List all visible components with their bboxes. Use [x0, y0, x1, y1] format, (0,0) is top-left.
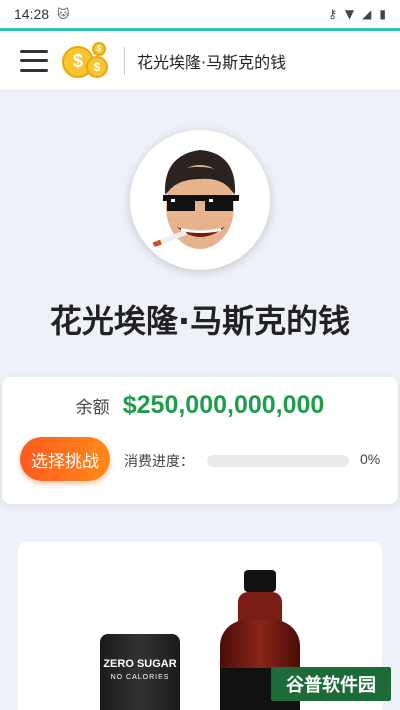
can-text-2: NO CALORIES — [110, 674, 170, 681]
status-bar: 14:28 🐱 ⚷ ▼ ◢ ▮ — [0, 0, 400, 28]
header-divider — [124, 46, 125, 75]
status-icons: ⚷ ▼ ◢ ▮ — [328, 7, 386, 21]
watermark: 谷普软件园 — [271, 667, 391, 701]
avatar — [130, 130, 270, 270]
balance-value: $250,000,000,000 — [122, 391, 325, 419]
avatar-cartoon-icon — [135, 135, 265, 265]
balance-row: 余额 $250,000,000,000 — [2, 391, 398, 420]
progress-bar — [207, 455, 349, 467]
balance-card: 余额 $250,000,000,000 选择挑战 消费进度： 0% — [2, 377, 398, 504]
wifi-icon: ▼ — [344, 7, 355, 21]
status-time: 14:28 — [14, 6, 50, 22]
progress-percent: 0% — [360, 451, 381, 467]
signal-icon: ◢ — [362, 7, 372, 21]
balance-label: 余额 — [75, 398, 110, 418]
progress-label: 消费进度： — [124, 454, 194, 470]
coins-logo-icon: $ $ $ — [62, 41, 112, 80]
header-title: 花光埃隆·马斯克的钱 — [137, 52, 287, 72]
page-title: 花光埃隆·马斯克的钱 — [49, 302, 351, 340]
battery-icon: ▮ — [379, 7, 386, 21]
notification-cat-icon: 🐱 — [57, 7, 70, 21]
can-text-1: ZERO SUGAR — [103, 658, 177, 670]
choose-challenge-button[interactable]: 选择挑战 — [20, 437, 110, 481]
menu-icon[interactable] — [20, 49, 48, 72]
app-header: $ $ $ 花光埃隆·马斯克的钱 — [0, 31, 400, 91]
zero-sugar-can-image: ZERO SUGAR NO CALORIES — [100, 634, 180, 710]
vpn-key-icon: ⚷ — [328, 7, 337, 21]
